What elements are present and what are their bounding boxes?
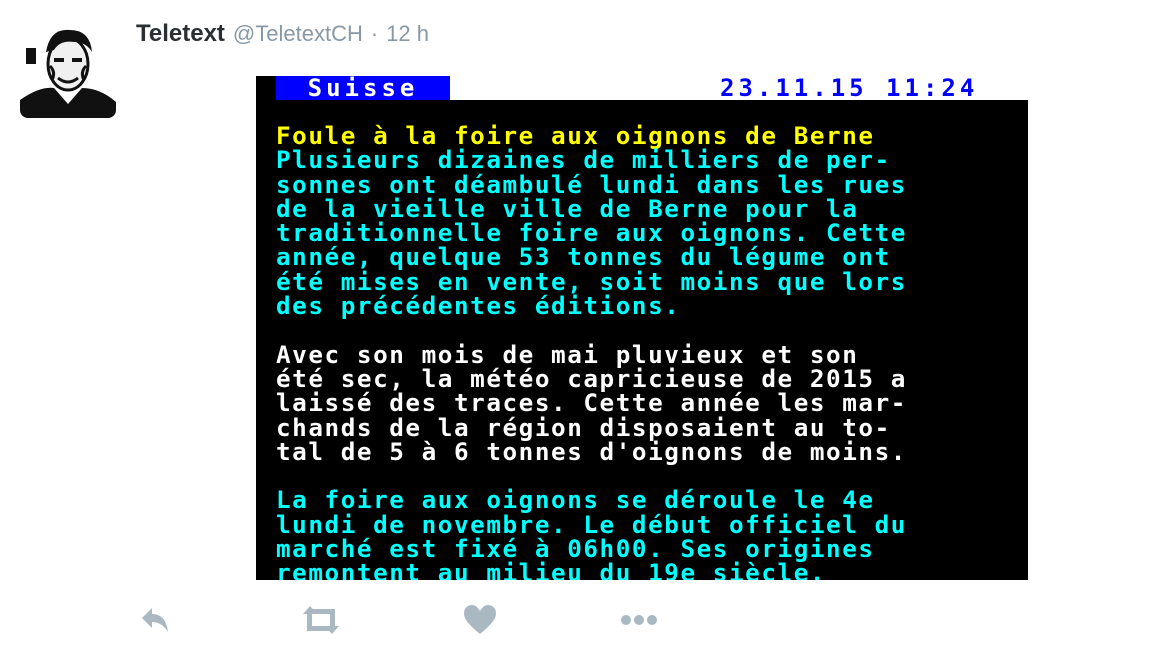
tweet-timestamp[interactable]: 12 h [386, 21, 429, 47]
teletext-line: Plusieurs dizaines de milliers de per- [276, 145, 891, 175]
teletext-line: laissé des traces. Cette année les mar- [276, 388, 907, 418]
tweet-actions [138, 602, 738, 642]
reply-button[interactable] [138, 602, 178, 642]
teletext-line: remontent au milieu du 19e siècle. [276, 558, 827, 580]
reply-icon [142, 608, 168, 632]
display-name[interactable]: Teletext [136, 20, 225, 48]
retweet-button[interactable] [300, 602, 340, 642]
user-handle[interactable]: @TeletextCH [233, 21, 363, 47]
tweet-header: Teletext @TeletextCH · 12 h [136, 20, 429, 54]
tweet-media-image[interactable]: Suisse 23.11.15 11:24 Foule à la foire a… [256, 76, 1028, 580]
teletext-header-bar: Suisse 23.11.15 11:24 [256, 76, 1028, 100]
more-icon [621, 615, 657, 625]
like-icon [464, 605, 496, 634]
teletext-datetime: 23.11.15 11:24 [696, 76, 1003, 100]
teletext-article: Foule à la foire aux oignons de Berne Plu… [276, 123, 1028, 580]
avatar[interactable] [20, 20, 116, 118]
more-button[interactable] [618, 602, 658, 642]
teletext-line: tal de 5 à 6 tonnes d'oignons de moins. [276, 436, 907, 466]
avatar-portrait-image [20, 20, 116, 118]
teletext-section-label: Suisse [276, 76, 450, 100]
like-button[interactable] [462, 602, 502, 642]
retweet-icon [303, 606, 339, 634]
separator-dot: · [370, 21, 379, 46]
teletext-line: des précédentes éditions. [276, 291, 681, 321]
